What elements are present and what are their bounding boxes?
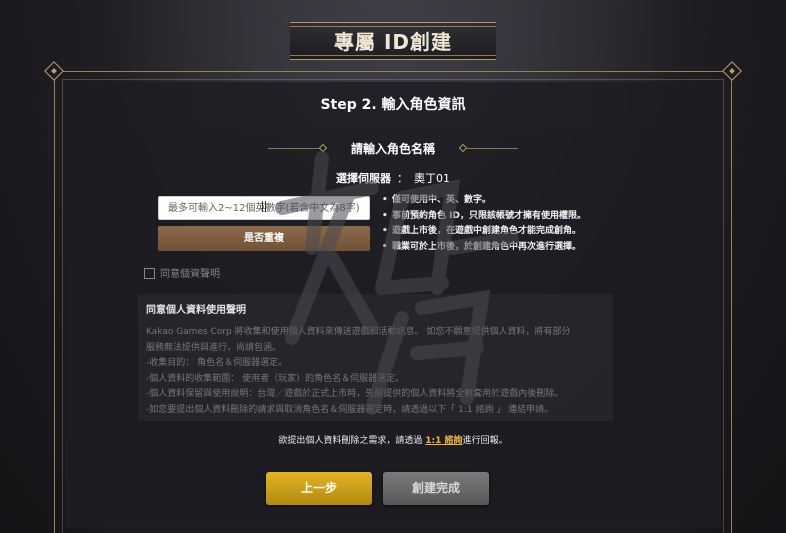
privacy-line: -收集目的： 角色名＆伺服器選定。	[146, 358, 288, 368]
list-item: 職業可於上市後，於創建角色中再次進行選擇。	[380, 240, 660, 256]
server-label: 選擇伺服器	[336, 172, 391, 185]
title-plate: 專屬 ID創建	[290, 22, 496, 60]
consult-link[interactable]: 1:1 諮詢	[425, 436, 462, 446]
list-item: 遊戲上市後，在遊戲中創建角色才能完成創角。	[380, 224, 660, 240]
check-duplicate-button[interactable]: 是否重複	[158, 226, 370, 251]
bottom-edge	[54, 522, 732, 533]
step-title: Step 2. 輸入角色資訊	[320, 97, 466, 113]
list-item: 僅可使用中、英、數字。	[380, 193, 660, 209]
server-colon: ：	[397, 172, 408, 185]
agree-checkbox[interactable]	[144, 268, 155, 279]
privacy-line: -個人資料的收集範圍： 使用者（玩家）的角色名＆伺服器選定。	[146, 373, 405, 384]
privacy-line: -如您要提出個人資料刪除的請求與取消角色名＆伺服器選定時，請透過以下「 1:1 …	[146, 404, 554, 415]
deletion-note-prefix: 欲提出個人資料刪除之需求，請透過	[278, 436, 426, 446]
section-header: 請輸入角色名稱	[268, 138, 518, 158]
server-value: 奧丁01	[414, 172, 450, 185]
list-item: 事前預約角色 ID，只限該帳號才擁有使用權限。	[380, 209, 660, 225]
name-rules-list: 僅可使用中、英、數字。 事前預約角色 ID，只限該帳號才擁有使用權限。 遊戲上市…	[380, 193, 660, 255]
page-title: 專屬 ID創建	[333, 30, 452, 54]
deletion-note-suffix: 進行回報。	[462, 436, 508, 446]
privacy-line: -個人資料保留與使用說明：台灣／遊戲於正式上市時，先前提供的個人資料將全數套用於…	[146, 389, 564, 399]
complete-creation-button[interactable]: 創建完成	[383, 472, 489, 505]
text-cursor-icon	[262, 201, 266, 212]
section-title: 請輸入角色名稱	[350, 142, 435, 156]
previous-step-button[interactable]: 上一步	[266, 472, 372, 505]
diamond-icon	[318, 143, 328, 153]
privacy-line: 服務無法提供與進行，尚請包涵。	[146, 342, 282, 353]
agree-label[interactable]: 同意個資聲明	[160, 269, 220, 280]
privacy-title: 同意個人資料使用聲明	[146, 305, 246, 316]
deletion-note: 欲提出個人資料刪除之需求，請透過 1:1 諮詢進行回報。	[0, 433, 786, 446]
divider-line	[466, 148, 518, 149]
server-row: 選擇伺服器 ： 奧丁01	[0, 170, 786, 186]
privacy-line: Kakao Games Corp 將收集和使用個人資料來傳送遊戲和活動訊息。 如…	[146, 327, 571, 337]
divider-line	[268, 148, 320, 149]
agree-privacy-row[interactable]: 同意個資聲明	[144, 268, 220, 282]
privacy-statement-box: 同意個人資料使用聲明 Kakao Games Corp 將收集和使用個人資料來傳…	[138, 294, 613, 421]
